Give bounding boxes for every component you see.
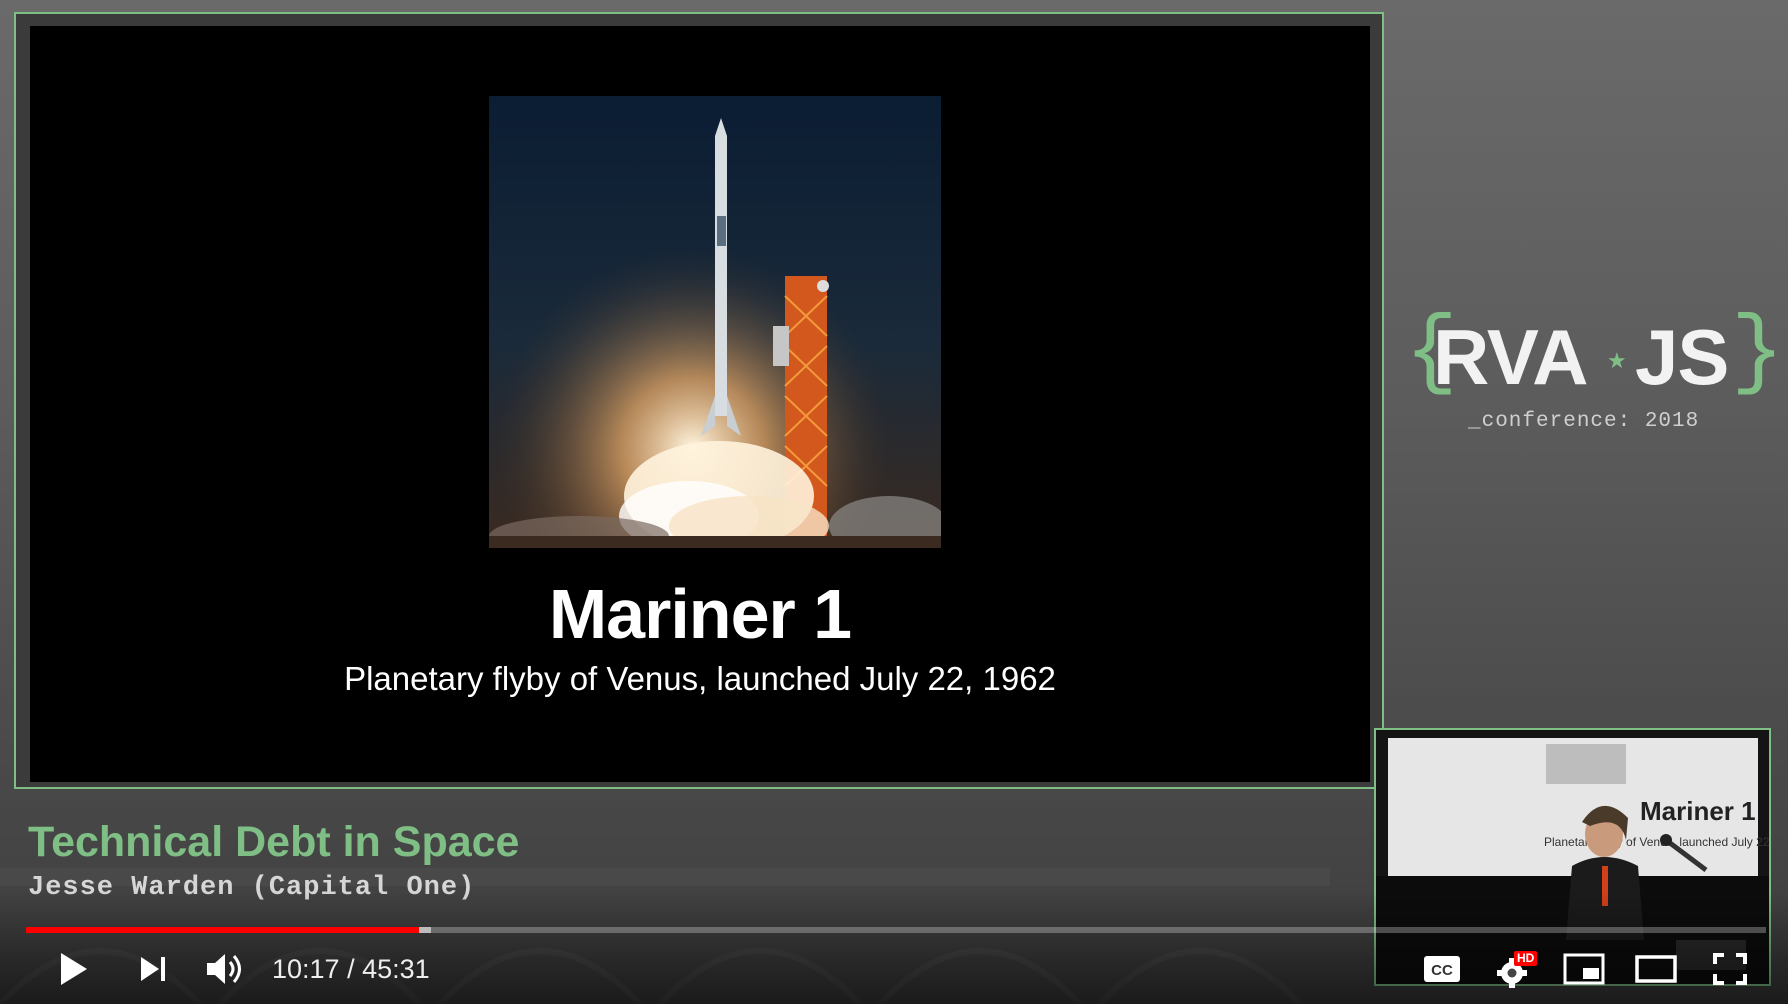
settings-button[interactable]: HD bbox=[1494, 950, 1538, 992]
current-time: 10:17 bbox=[272, 954, 340, 984]
played-bar bbox=[26, 927, 420, 933]
brace-close: } bbox=[1731, 304, 1784, 403]
progress-bar[interactable] bbox=[26, 927, 1766, 933]
svg-text:CC: CC bbox=[1431, 962, 1453, 979]
next-button[interactable] bbox=[132, 950, 174, 992]
miniplayer-icon bbox=[1563, 953, 1605, 990]
miniplayer-button[interactable] bbox=[1562, 950, 1606, 992]
conference-label: _conference: 2018 bbox=[1468, 410, 1700, 433]
captions-button[interactable]: CC bbox=[1422, 950, 1462, 992]
next-icon bbox=[138, 954, 168, 989]
slide-subtitle: Planetary flyby of Venus, launched July … bbox=[344, 660, 1056, 697]
theater-icon bbox=[1635, 954, 1677, 988]
svg-text:Mariner 1: Mariner 1 bbox=[1640, 796, 1756, 826]
slide: Mariner 1 Planetary flyby of Venus, laun… bbox=[30, 26, 1370, 782]
rocket-launch-photo bbox=[489, 96, 941, 548]
video-player[interactable]: Mariner 1 Planetary flyby of Venus, laun… bbox=[0, 0, 1788, 1004]
captions-icon: CC bbox=[1423, 955, 1461, 988]
talk-title: Technical Debt in Space bbox=[28, 818, 520, 866]
volume-button[interactable] bbox=[202, 950, 248, 992]
slide-frame: Mariner 1 Planetary flyby of Venus, laun… bbox=[14, 12, 1384, 789]
hd-badge: HD bbox=[1514, 951, 1538, 966]
svg-text:Planetary flyby of Venus, laun: Planetary flyby of Venus, launched July … bbox=[1544, 835, 1769, 849]
fullscreen-icon bbox=[1713, 952, 1747, 990]
star-icon: ★ bbox=[1607, 348, 1627, 373]
theater-button[interactable] bbox=[1634, 950, 1678, 992]
slide-title: Mariner 1 bbox=[548, 575, 852, 653]
rvajs-logo: { RVA ★ JS } bbox=[1405, 304, 1784, 422]
fullscreen-button[interactable] bbox=[1708, 950, 1752, 992]
logo-word-js: JS bbox=[1635, 313, 1729, 401]
volume-icon bbox=[205, 951, 245, 992]
play-button[interactable] bbox=[52, 950, 94, 992]
settings-icon: HD bbox=[1496, 951, 1538, 989]
time-display: 10:17 / 45:31 bbox=[272, 954, 430, 985]
time-separator: / bbox=[339, 954, 363, 984]
logo-word-rva: RVA bbox=[1433, 313, 1588, 401]
duration: 45:31 bbox=[362, 954, 430, 984]
play-icon bbox=[57, 951, 89, 992]
